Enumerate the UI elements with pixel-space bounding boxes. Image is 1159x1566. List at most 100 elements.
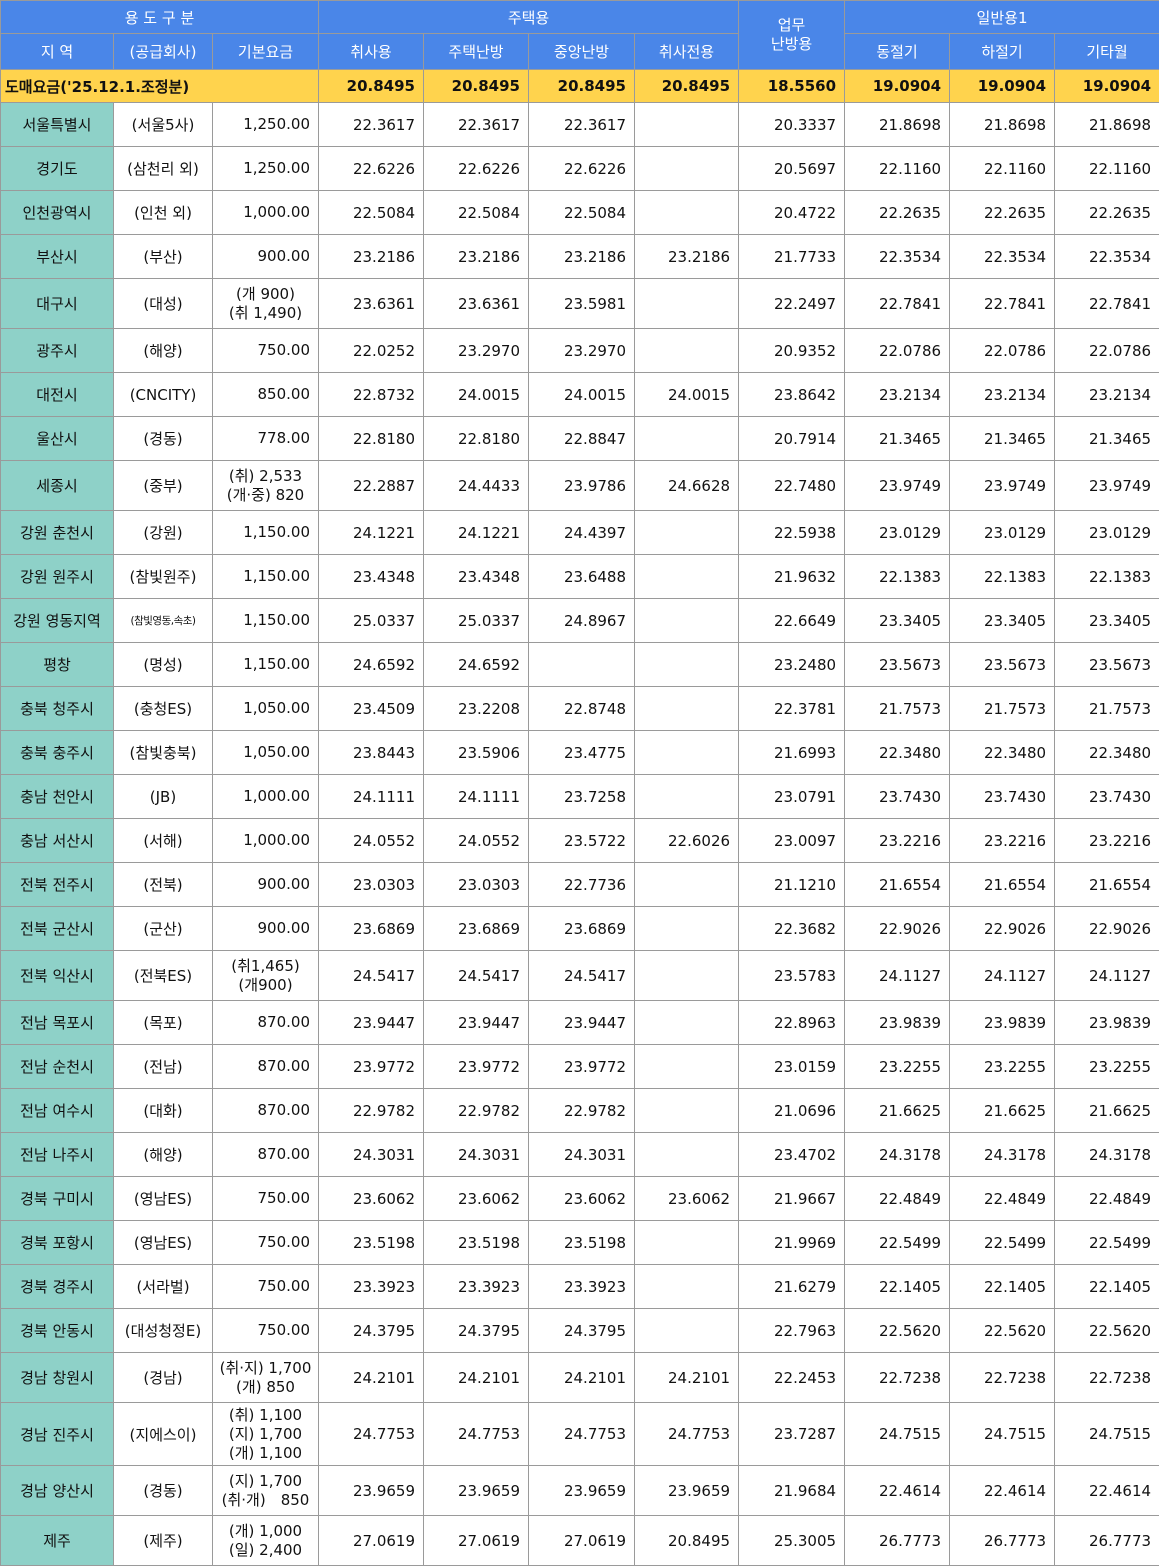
region-cell: 제주 — [1, 1516, 114, 1566]
rate-cell: 23.5673 — [950, 643, 1055, 687]
base-fee-line: (일) 2,400 — [217, 1541, 314, 1560]
rate-cell: 22.3480 — [950, 731, 1055, 775]
base-fee-cell: 1,000.00 — [213, 819, 319, 863]
rate-cell: 23.7430 — [845, 775, 950, 819]
rate-cell: 22.7238 — [950, 1353, 1055, 1403]
base-fee-cell: 870.00 — [213, 1045, 319, 1089]
header-business-heating: 업무난방용 — [739, 1, 845, 70]
base-fee-line: 1,250.00 — [217, 115, 310, 134]
table-row: 세종시(중부)(취) 2,533(개·중) 82022.288724.44332… — [1, 461, 1159, 511]
rate-cell: 24.6592 — [319, 643, 424, 687]
rate-cell: 24.5417 — [319, 951, 424, 1001]
rate-cell: 24.2101 — [319, 1353, 424, 1403]
base-fee-line: (취·지) 1,700 — [217, 1359, 314, 1378]
base-fee-line: (개900) — [217, 976, 314, 995]
rate-cell: 21.3465 — [1055, 417, 1159, 461]
rate-cell: 22.0786 — [845, 329, 950, 373]
company-cell: (목포) — [114, 1001, 213, 1045]
table-row: 경기도(삼천리 외)1,250.0022.622622.622622.62262… — [1, 147, 1159, 191]
wholesale-value: 19.0904 — [845, 70, 950, 103]
base-fee-cell: 1,250.00 — [213, 103, 319, 147]
rate-cell: 24.3178 — [950, 1133, 1055, 1177]
company-cell: (경남) — [114, 1353, 213, 1403]
rate-cell: 23.2208 — [424, 687, 529, 731]
rate-cell: 22.9782 — [319, 1089, 424, 1133]
company-cell: (중부) — [114, 461, 213, 511]
rate-cell: 21.6279 — [739, 1265, 845, 1309]
rate-cell: 22.5084 — [424, 191, 529, 235]
base-fee-cell: 1,250.00 — [213, 147, 319, 191]
base-fee-cell: 750.00 — [213, 1309, 319, 1353]
rate-cell: 22.8847 — [529, 417, 635, 461]
rate-cell: 24.3031 — [319, 1133, 424, 1177]
company-cell: (전남) — [114, 1045, 213, 1089]
table-row: 강원 춘천시(강원)1,150.0024.122124.122124.43972… — [1, 511, 1159, 555]
rate-cell: 20.4722 — [739, 191, 845, 235]
wholesale-value: 20.8495 — [319, 70, 424, 103]
rate-cell: 22.5499 — [845, 1221, 950, 1265]
rate-cell: 21.7573 — [845, 687, 950, 731]
base-fee-line: (취) 2,533 — [217, 467, 314, 486]
rate-cell: 22.2635 — [1055, 191, 1159, 235]
rate-cell: 22.8732 — [319, 373, 424, 417]
rate-cell: 22.4614 — [1055, 1466, 1159, 1516]
rate-cell: 22.3617 — [319, 103, 424, 147]
company-cell: (강원) — [114, 511, 213, 555]
company-cell: (명성) — [114, 643, 213, 687]
rate-cell: 24.2101 — [424, 1353, 529, 1403]
rate-cell: 22.2453 — [739, 1353, 845, 1403]
company-cell: (전북ES) — [114, 951, 213, 1001]
rate-cell: 22.9026 — [950, 907, 1055, 951]
rate-cell: 22.1383 — [845, 555, 950, 599]
rate-cell — [635, 555, 739, 599]
region-cell: 강원 원주시 — [1, 555, 114, 599]
wholesale-value: 19.0904 — [950, 70, 1055, 103]
rate-cell: 24.3795 — [319, 1309, 424, 1353]
rate-cell: 24.7753 — [635, 1403, 739, 1466]
base-fee-line: 750.00 — [217, 341, 310, 360]
rate-cell — [635, 1133, 739, 1177]
base-fee-cell: 1,050.00 — [213, 687, 319, 731]
rate-cell: 23.0129 — [845, 511, 950, 555]
header-company: (공급회사) — [114, 34, 213, 70]
table-row: 충남 서산시(서해)1,000.0024.055224.055223.57222… — [1, 819, 1159, 863]
rate-cell — [635, 1265, 739, 1309]
header-general: 일반용1 — [845, 1, 1159, 34]
rate-cell: 23.2186 — [635, 235, 739, 279]
rate-cell: 26.7773 — [845, 1516, 950, 1566]
wholesale-row: 도매요금('25.12.1.조정분) 20.8495 20.8495 20.84… — [1, 70, 1159, 103]
rate-cell: 23.2216 — [950, 819, 1055, 863]
rate-cell — [635, 775, 739, 819]
rate-cell: 23.6869 — [424, 907, 529, 951]
rate-cell: 23.9659 — [319, 1466, 424, 1516]
rate-cell: 27.0619 — [319, 1516, 424, 1566]
rate-cell: 22.3617 — [424, 103, 529, 147]
rate-cell: 23.4775 — [529, 731, 635, 775]
rate-cell: 24.7515 — [845, 1403, 950, 1466]
rate-cell: 27.0619 — [529, 1516, 635, 1566]
company-cell: (충청ES) — [114, 687, 213, 731]
table-row: 전남 목포시(목포)870.0023.944723.944723.944722.… — [1, 1001, 1159, 1045]
base-fee-line: 778.00 — [217, 429, 310, 448]
rate-cell: 23.3923 — [319, 1265, 424, 1309]
rate-cell — [635, 103, 739, 147]
region-cell: 광주시 — [1, 329, 114, 373]
rate-cell: 23.9749 — [845, 461, 950, 511]
rate-cell: 23.2134 — [950, 373, 1055, 417]
region-cell: 평창 — [1, 643, 114, 687]
rate-cell: 21.6554 — [1055, 863, 1159, 907]
rate-cell: 22.0786 — [1055, 329, 1159, 373]
rate-cell: 22.1383 — [950, 555, 1055, 599]
header-other-month: 기타월 — [1055, 34, 1159, 70]
rate-cell: 22.1160 — [1055, 147, 1159, 191]
rate-cell: 23.0097 — [739, 819, 845, 863]
rate-cell: 24.2101 — [635, 1353, 739, 1403]
base-fee-cell: (개 900)(취 1,490) — [213, 279, 319, 329]
base-fee-cell: 850.00 — [213, 373, 319, 417]
rate-cell: 23.6361 — [424, 279, 529, 329]
rate-cell: 21.0696 — [739, 1089, 845, 1133]
base-fee-line: 870.00 — [217, 1145, 310, 1164]
rate-cell: 24.7515 — [1055, 1403, 1159, 1466]
base-fee-cell: 778.00 — [213, 417, 319, 461]
base-fee-cell: 1,150.00 — [213, 643, 319, 687]
